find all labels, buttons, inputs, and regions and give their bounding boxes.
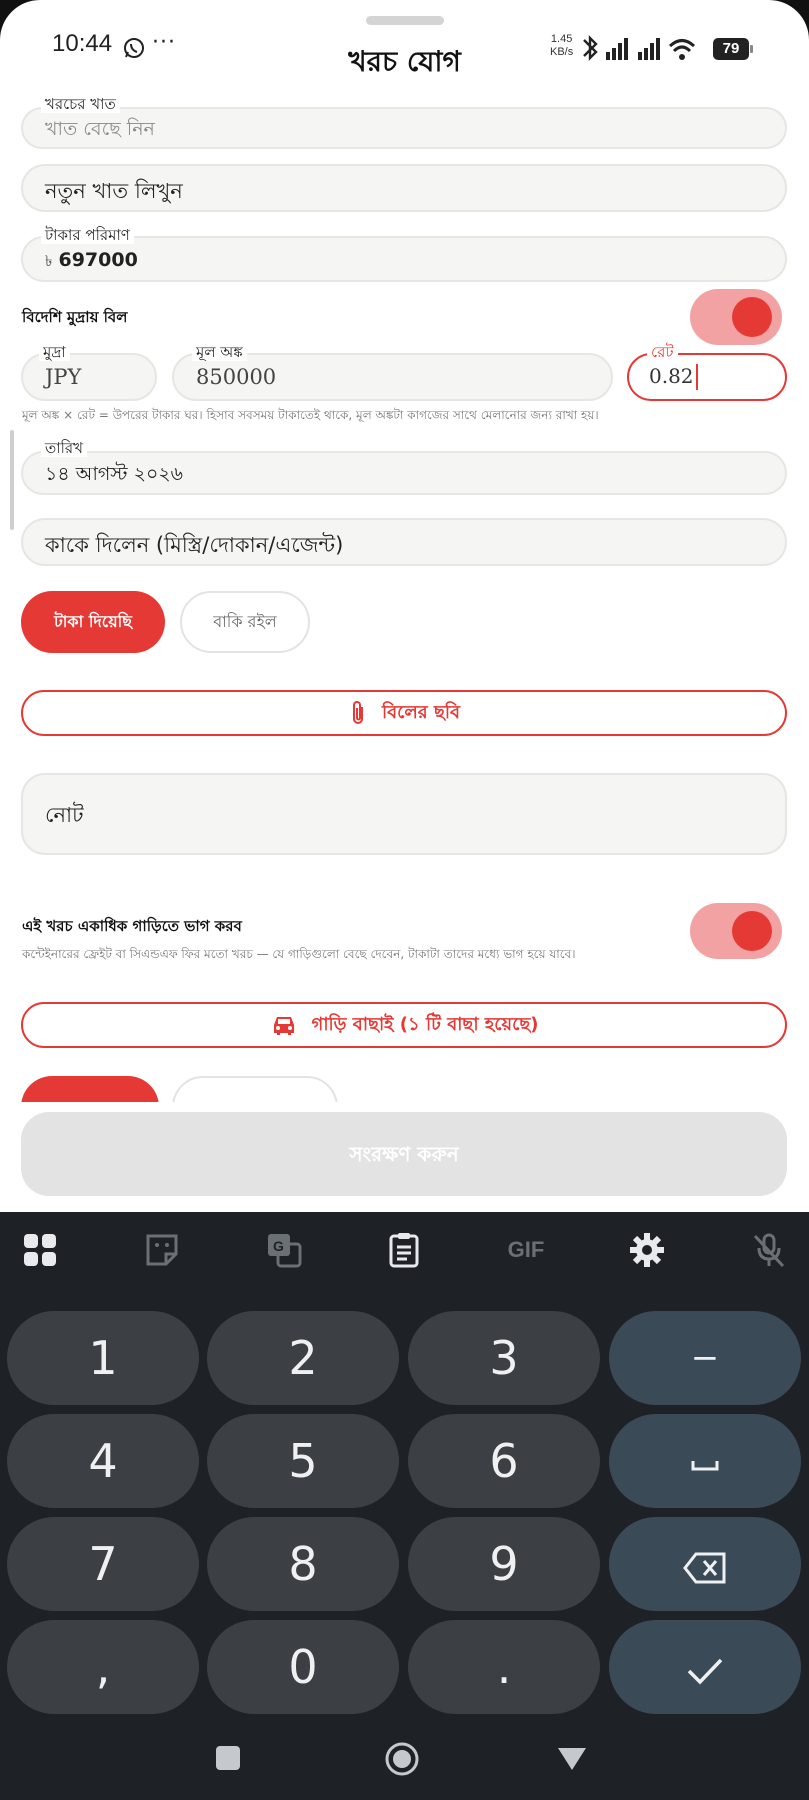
gif-icon[interactable]: GIF [500, 1230, 552, 1270]
payee-placeholder: কাকে দিলেন (মিস্ত্রি/দোকান/এজেন্ট) [45, 533, 344, 557]
system-nav-bar [0, 1716, 809, 1800]
signal-2-icon [638, 38, 660, 60]
key-0[interactable]: 0 [207, 1620, 399, 1714]
amount-label: টাকার পরিমাণ [41, 226, 134, 244]
rate-value: 0.82 [649, 364, 694, 388]
bluetooth-icon [583, 35, 598, 61]
foreign-bill-toggle[interactable] [690, 289, 782, 345]
currency-field[interactable]: মুদ্রা JPY [21, 343, 157, 401]
paid-status-button[interactable]: টাকা দিয়েছি [21, 591, 165, 653]
foreign-bill-label: বিদেশি মুদ্রায় বিল [22, 308, 128, 326]
partial-pill-inactive[interactable] [172, 1076, 338, 1102]
network-speed-value: 1.45 [550, 33, 573, 45]
bill-photo-button[interactable]: বিলের ছবি [21, 690, 787, 736]
status-icons [583, 35, 696, 61]
home-circle-icon[interactable] [384, 1741, 420, 1777]
split-hint: কন্টেইনারের ফ্রেইট বা সিএন্ডএফ ফির মতো খ… [22, 947, 576, 961]
original-amount-field[interactable]: মূল অঙ্ক 850000 [172, 343, 613, 401]
date-label: তারিখ [41, 439, 87, 457]
toggle-knob [732, 297, 772, 337]
split-label: এই খরচ একাধিক গাড়িতে ভাগ করব [22, 917, 242, 935]
space-icon [691, 1460, 719, 1470]
car-select-label: গাড়ি বাছাই (১ টি বাছা হয়েছে) [311, 1014, 539, 1035]
original-amount-value: 850000 [196, 365, 277, 389]
key-3[interactable]: 3 [408, 1311, 600, 1405]
category-select[interactable]: খরচের খাত খাত বেছে নিন [21, 95, 787, 149]
key-2[interactable]: 2 [207, 1311, 399, 1405]
svg-text:G: G [273, 1238, 284, 1254]
bill-photo-label: বিলের ছবি [381, 702, 461, 723]
note-input[interactable]: নোট [21, 773, 787, 855]
settings-gear-icon[interactable] [627, 1230, 667, 1270]
currency-label: মুদ্রা [39, 343, 70, 361]
due-status-button[interactable]: বাকি রইল [180, 591, 310, 653]
foreign-bill-hint: মূল অঙ্ক × রেট = উপরের টাকার ঘর। হিসাব স… [22, 408, 599, 422]
rate-label: রেট [647, 343, 678, 361]
key-7[interactable]: 7 [7, 1517, 199, 1611]
partial-pill-active[interactable] [21, 1076, 159, 1102]
split-toggle[interactable] [690, 903, 782, 959]
note-placeholder: নোট [45, 803, 84, 827]
expense-form-sheet: 10:44 ··· খরচ যোগ 1.45 KB/s 79 খরচের খাত [0, 0, 809, 1212]
keyboard-toolbar: G GIF [0, 1212, 809, 1282]
back-triangle-icon[interactable] [556, 1744, 588, 1772]
network-speed: 1.45 KB/s [550, 33, 573, 59]
form-scroll-area[interactable]: খরচের খাত খাত বেছে নিন নতুন খাত লিখুন টা… [0, 92, 809, 1102]
original-amount-label: মূল অঙ্ক [192, 343, 247, 361]
rate-value-wrap: 0.82 [649, 364, 698, 390]
amount-value: 697000 [58, 249, 138, 271]
key-minus[interactable]: − [609, 1311, 801, 1405]
paperclip-icon [352, 701, 363, 724]
signal-icon [606, 38, 628, 60]
scroll-indicator [10, 430, 14, 530]
amount-value-wrap: ৳ 697000 [45, 247, 138, 275]
key-8[interactable]: 8 [207, 1517, 399, 1611]
date-value: ১৪ আগস্ট ২০২৬ [45, 463, 184, 485]
payee-input[interactable]: কাকে দিলেন (মিস্ত্রি/দোকান/এজেন্ট) [21, 518, 787, 566]
key-done[interactable] [609, 1620, 801, 1714]
category-placeholder: খাত বেছে নিন [45, 118, 155, 140]
toggle-knob [732, 911, 772, 951]
drag-handle[interactable] [366, 16, 444, 25]
text-cursor [695, 364, 698, 390]
key-6[interactable]: 6 [408, 1414, 600, 1508]
backspace-icon [683, 1552, 726, 1583]
translate-icon[interactable]: G [264, 1230, 304, 1270]
save-button[interactable]: সংরক্ষণ করুন [21, 1112, 787, 1196]
clipboard-icon[interactable] [384, 1230, 424, 1270]
category-label: খরচের খাত [41, 95, 120, 113]
car-select-button[interactable]: গাড়ি বাছাই (১ টি বাছা হয়েছে) [21, 1002, 787, 1048]
sticker-icon[interactable] [142, 1230, 182, 1270]
key-space[interactable] [609, 1414, 801, 1508]
key-comma[interactable]: , [7, 1620, 199, 1714]
key-backspace[interactable] [609, 1517, 801, 1611]
new-category-placeholder: নতুন খাত লিখুন [45, 179, 183, 203]
key-5[interactable]: 5 [207, 1414, 399, 1508]
key-period[interactable]: . [408, 1620, 600, 1714]
rate-field[interactable]: রেট 0.82 [627, 343, 787, 401]
new-category-input[interactable]: নতুন খাত লিখুন [21, 164, 787, 212]
mic-off-icon[interactable] [749, 1230, 789, 1270]
key-4[interactable]: 4 [7, 1414, 199, 1508]
key-9[interactable]: 9 [408, 1517, 600, 1611]
checkmark-icon [687, 1658, 723, 1685]
key-1[interactable]: 1 [7, 1311, 199, 1405]
numeric-keyboard: G GIF 1 2 3 − 4 5 6 7 8 9 , 0 . [0, 1212, 809, 1800]
taka-symbol: ৳ [45, 252, 53, 270]
amount-field[interactable]: টাকার পরিমাণ ৳ 697000 [21, 226, 787, 282]
recents-square-icon[interactable] [214, 1744, 242, 1772]
network-speed-unit: KB/s [550, 46, 574, 58]
apps-grid-icon[interactable] [20, 1230, 60, 1270]
date-field[interactable]: তারিখ ১৪ আগস্ট ২০২৬ [21, 439, 787, 495]
car-icon [273, 1017, 294, 1035]
wifi-icon [668, 39, 696, 60]
currency-value: JPY [45, 365, 82, 389]
battery-indicator: 79 [713, 38, 753, 60]
